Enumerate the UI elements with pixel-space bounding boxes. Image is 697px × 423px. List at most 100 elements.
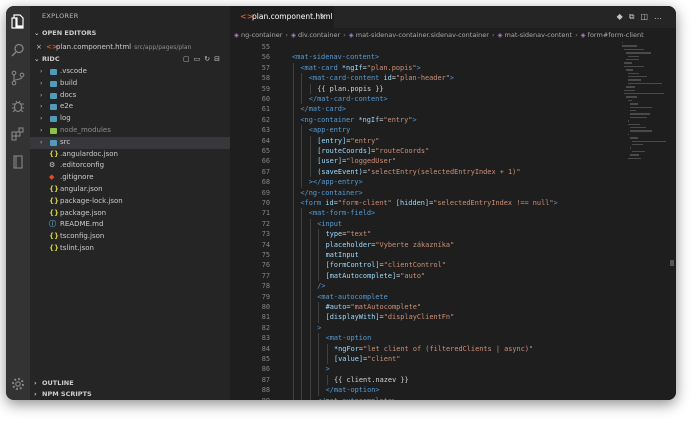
code-token: <app-entry — [308, 126, 351, 135]
file-icon: ◆ — [49, 173, 55, 182]
code-line: 81 [displayWith]="displayClientFn" — [230, 312, 630, 323]
chevron-right-icon: › — [343, 31, 346, 39]
tree-item[interactable]: › docs — [30, 90, 230, 102]
indent-guide — [301, 395, 303, 400]
code-text: <mat-sidenav-content> — [292, 52, 379, 62]
indent-guide — [293, 114, 294, 126]
code-token: "selectedEntryIndex !== null" — [433, 199, 554, 207]
breadcrumb-segment[interactable]: form#form-client — [588, 31, 644, 39]
chevron-right-icon: › — [491, 31, 495, 39]
tree-item[interactable]: ⚙ .editorconfig — [30, 160, 230, 172]
code-token: "displayClientFn" — [383, 313, 455, 322]
debug-icon[interactable] — [10, 98, 26, 114]
more-icon[interactable]: … — [654, 12, 668, 21]
code-token: [routeCoords] — [317, 147, 372, 155]
tree-item[interactable]: ◆ .gitignore — [30, 172, 230, 184]
extensions-icon[interactable] — [10, 126, 26, 142]
tree-item[interactable]: › node_modules — [30, 125, 230, 137]
chevron-right-icon: › — [34, 390, 37, 398]
tree-item[interactable]: ⓘ README.md — [30, 219, 230, 231]
indent-guide — [293, 364, 294, 375]
compare-icon[interactable]: ◆ — [617, 12, 629, 21]
breadcrumb-segment[interactable]: mat-sidenav-container.sidenav-container — [356, 31, 489, 39]
tree-item[interactable]: {} tslint.json — [30, 243, 230, 255]
chevron-down-icon: ⌄ — [34, 29, 40, 37]
files-icon[interactable] — [10, 13, 26, 29]
tree-item-label: build — [60, 78, 78, 87]
code-line: 73 type="text" — [230, 229, 630, 240]
explorer-sidebar: EXPLORER ⌄ OPEN EDITORS × <>plan.component… — [30, 6, 230, 400]
code-line: 88 </mat-option> — [230, 385, 630, 396]
collapse-all-icon[interactable]: ⊟ — [214, 55, 224, 63]
code-line: 63 <app-entry — [230, 125, 630, 136]
breadcrumb-segment[interactable]: ng-container — [241, 31, 282, 39]
code-token: /> — [317, 282, 326, 291]
code-text: [formControl]="clientControl" — [326, 260, 446, 270]
open-changes-icon[interactable]: ⧉ — [629, 12, 641, 21]
source-control-icon[interactable] — [10, 70, 26, 86]
minimap-line — [628, 157, 642, 159]
tab-plan-component-html[interactable]: <> plan.component.html × — [230, 6, 334, 28]
element-icon: ◈ — [497, 31, 503, 39]
minimap[interactable] — [622, 42, 668, 172]
tree-item[interactable]: {} package.json — [30, 208, 230, 220]
code-text: placeholder="Vyberte zákazníka" — [326, 240, 455, 250]
code-editor[interactable]: 55 56 <mat-sidenav-content> 57 <mat-card *n… — [230, 42, 676, 400]
minimap-line — [626, 52, 651, 54]
code-token: [value] — [334, 355, 364, 363]
tree-item[interactable]: {} package-lock.json — [30, 196, 230, 208]
outline-section[interactable]: › OUTLINE — [34, 378, 74, 389]
tree-item[interactable]: › src — [30, 136, 230, 149]
file-icon: {} — [49, 149, 59, 158]
tree-item[interactable]: › log — [30, 113, 230, 125]
tree-item[interactable]: {} angular.json — [30, 184, 230, 196]
code-token: </mat-option> — [325, 386, 380, 395]
close-icon[interactable]: × — [36, 42, 46, 53]
minimap-line — [624, 48, 645, 51]
code-line: 77 [matAutocomplete]="auto" — [230, 270, 630, 282]
new-file-icon[interactable]: ▢ — [183, 55, 194, 63]
line-number: 67 — [261, 167, 270, 176]
tree-item[interactable]: › .vscode — [30, 66, 230, 78]
code-line: 61 </mat-card> — [230, 104, 630, 115]
close-icon[interactable]: × — [320, 6, 326, 28]
tree-item[interactable]: {} .angulardoc.json — [30, 149, 230, 161]
npm-scripts-section[interactable]: › NPM SCRIPTS — [34, 389, 92, 400]
indent-guide — [309, 322, 311, 334]
split-editor-icon[interactable]: ◫ — [640, 12, 654, 21]
indent-guide — [301, 333, 303, 344]
tree-item[interactable]: {} tsconfig.json — [30, 231, 230, 243]
line-number: 79 — [261, 292, 270, 301]
chevron-right-icon: › — [40, 68, 43, 75]
tree-item[interactable]: › build — [30, 78, 230, 90]
refresh-icon[interactable]: ↻ — [204, 55, 214, 63]
indent-guide — [309, 395, 311, 400]
code-token: id — [325, 199, 334, 207]
explorer-title: EXPLORER — [42, 12, 79, 20]
indent-guide — [301, 208, 303, 219]
chevron-right-icon: › — [285, 31, 288, 39]
open-editors-section[interactable]: ⌄ OPEN EDITORS — [34, 28, 96, 39]
book-icon[interactable] — [10, 154, 26, 170]
tree-item[interactable]: › e2e — [30, 101, 230, 113]
breadcrumb-segment[interactable]: mat-sidenav-content — [505, 31, 573, 39]
new-folder-icon[interactable]: ▭ — [194, 55, 205, 63]
indent-guide — [293, 83, 294, 94]
code-token: *ngIf — [341, 63, 363, 72]
breadcrumb-segment[interactable]: div.container — [298, 31, 340, 39]
tree-item-label: .editorconfig — [60, 161, 105, 170]
code-text: <mat-form-field> — [309, 208, 375, 218]
activity-bar — [6, 6, 30, 400]
gear-icon[interactable] — [10, 376, 26, 392]
open-editor-item[interactable]: × <>plan.component.html src/app/pages/plan — [36, 42, 191, 53]
search-icon[interactable] — [10, 42, 26, 58]
indent-guide — [293, 166, 294, 178]
folder-icon — [50, 92, 57, 99]
tree-item-label: docs — [60, 90, 77, 99]
code-text: > — [326, 364, 330, 374]
indent-guide — [293, 229, 294, 240]
workspace-root[interactable]: ⌄ RIDC ▢▭↻⊟ — [30, 54, 230, 65]
scrollbar-thumb[interactable] — [670, 260, 674, 266]
workspace-root-label-wrap: ⌄ RIDC — [34, 54, 60, 65]
